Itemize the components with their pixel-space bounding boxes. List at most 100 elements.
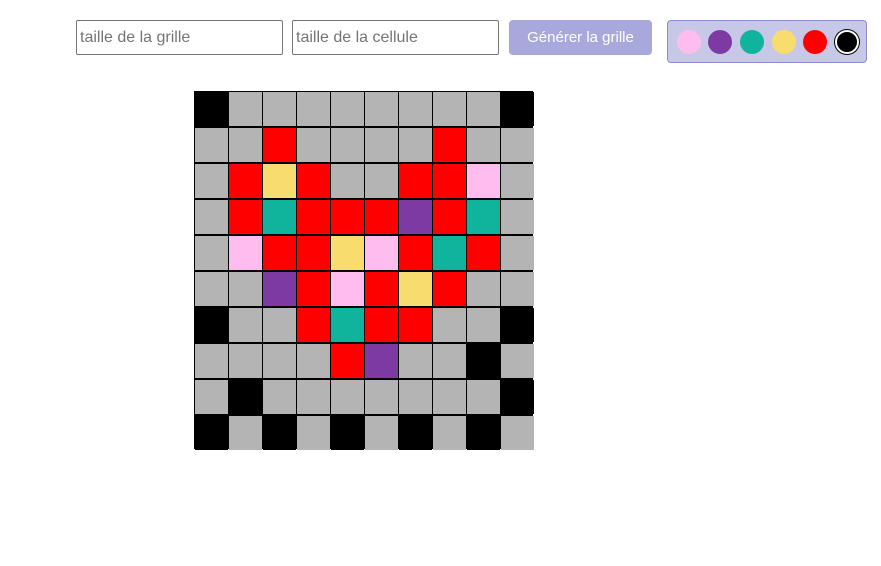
- grid-cell[interactable]: [399, 200, 432, 234]
- grid-cell[interactable]: [195, 128, 228, 162]
- grid-cell[interactable]: [399, 236, 432, 270]
- grid-cell[interactable]: [195, 308, 228, 342]
- grid-cell[interactable]: [467, 128, 500, 162]
- grid-cell[interactable]: [297, 200, 330, 234]
- grid-cell[interactable]: [263, 236, 296, 270]
- grid-cell[interactable]: [399, 308, 432, 342]
- grid-cell[interactable]: [297, 164, 330, 198]
- grid-cell[interactable]: [365, 272, 398, 306]
- grid-cell[interactable]: [297, 92, 330, 126]
- grid-cell[interactable]: [263, 272, 296, 306]
- grid-cell[interactable]: [501, 164, 534, 198]
- grid-cell[interactable]: [331, 380, 364, 414]
- grid-cell[interactable]: [365, 344, 398, 378]
- grid-cell[interactable]: [365, 200, 398, 234]
- grid-cell[interactable]: [467, 236, 500, 270]
- grid-cell[interactable]: [433, 236, 466, 270]
- grid-cell[interactable]: [297, 344, 330, 378]
- grid-cell[interactable]: [297, 380, 330, 414]
- grid-cell[interactable]: [467, 92, 500, 126]
- grid-cell[interactable]: [467, 272, 500, 306]
- grid-cell[interactable]: [433, 92, 466, 126]
- grid-cell[interactable]: [501, 272, 534, 306]
- grid-cell[interactable]: [229, 416, 262, 450]
- grid-cell[interactable]: [467, 380, 500, 414]
- grid-cell[interactable]: [229, 344, 262, 378]
- grid-cell[interactable]: [433, 200, 466, 234]
- grid-cell[interactable]: [467, 416, 500, 450]
- grid-cell[interactable]: [467, 344, 500, 378]
- grid-cell[interactable]: [365, 236, 398, 270]
- cell-size-input[interactable]: [292, 20, 499, 55]
- color-swatch[interactable]: [740, 30, 764, 54]
- grid-cell[interactable]: [263, 344, 296, 378]
- grid-cell[interactable]: [331, 308, 364, 342]
- grid-cell[interactable]: [501, 128, 534, 162]
- grid-cell[interactable]: [229, 200, 262, 234]
- grid-cell[interactable]: [263, 164, 296, 198]
- grid-cell[interactable]: [229, 92, 262, 126]
- grid-cell[interactable]: [297, 416, 330, 450]
- grid-cell[interactable]: [263, 308, 296, 342]
- color-swatch[interactable]: [803, 30, 827, 54]
- grid-cell[interactable]: [365, 164, 398, 198]
- generate-grid-button[interactable]: Générer la grille: [509, 20, 652, 55]
- grid-cell[interactable]: [433, 416, 466, 450]
- grid-cell[interactable]: [331, 236, 364, 270]
- grid-cell[interactable]: [331, 200, 364, 234]
- grid-cell[interactable]: [467, 308, 500, 342]
- grid-cell[interactable]: [297, 236, 330, 270]
- grid-cell[interactable]: [263, 92, 296, 126]
- grid-cell[interactable]: [297, 272, 330, 306]
- grid-cell[interactable]: [195, 92, 228, 126]
- grid-cell[interactable]: [263, 416, 296, 450]
- grid-cell[interactable]: [399, 164, 432, 198]
- grid-cell[interactable]: [501, 344, 534, 378]
- color-swatch[interactable]: [708, 30, 732, 54]
- grid-cell[interactable]: [331, 272, 364, 306]
- grid-cell[interactable]: [501, 92, 534, 126]
- grid-cell[interactable]: [263, 200, 296, 234]
- grid-cell[interactable]: [297, 128, 330, 162]
- grid-cell[interactable]: [229, 164, 262, 198]
- grid-cell[interactable]: [433, 308, 466, 342]
- grid-cell[interactable]: [433, 128, 466, 162]
- grid-cell[interactable]: [365, 380, 398, 414]
- grid-cell[interactable]: [229, 380, 262, 414]
- grid-cell[interactable]: [433, 164, 466, 198]
- grid-cell[interactable]: [501, 308, 534, 342]
- grid-cell[interactable]: [365, 128, 398, 162]
- grid-cell[interactable]: [195, 272, 228, 306]
- grid-cell[interactable]: [229, 272, 262, 306]
- grid-cell[interactable]: [433, 344, 466, 378]
- grid-cell[interactable]: [399, 344, 432, 378]
- grid-cell[interactable]: [365, 416, 398, 450]
- grid-cell[interactable]: [501, 200, 534, 234]
- grid-cell[interactable]: [399, 272, 432, 306]
- grid-cell[interactable]: [399, 380, 432, 414]
- grid-size-input[interactable]: [76, 20, 283, 55]
- grid-cell[interactable]: [195, 164, 228, 198]
- grid-cell[interactable]: [229, 236, 262, 270]
- grid-cell[interactable]: [195, 344, 228, 378]
- grid-cell[interactable]: [365, 92, 398, 126]
- color-swatch[interactable]: [835, 30, 859, 54]
- grid-cell[interactable]: [433, 380, 466, 414]
- grid-cell[interactable]: [467, 164, 500, 198]
- grid-cell[interactable]: [331, 416, 364, 450]
- grid-cell[interactable]: [399, 416, 432, 450]
- grid-cell[interactable]: [331, 92, 364, 126]
- grid-cell[interactable]: [263, 380, 296, 414]
- color-swatch[interactable]: [772, 30, 796, 54]
- grid-cell[interactable]: [297, 308, 330, 342]
- grid-cell[interactable]: [501, 236, 534, 270]
- color-swatch[interactable]: [677, 30, 701, 54]
- grid-cell[interactable]: [195, 380, 228, 414]
- grid-cell[interactable]: [331, 344, 364, 378]
- grid-cell[interactable]: [229, 308, 262, 342]
- grid-cell[interactable]: [399, 92, 432, 126]
- grid-cell[interactable]: [433, 272, 466, 306]
- grid-cell[interactable]: [331, 164, 364, 198]
- grid-cell[interactable]: [501, 416, 534, 450]
- grid-cell[interactable]: [399, 128, 432, 162]
